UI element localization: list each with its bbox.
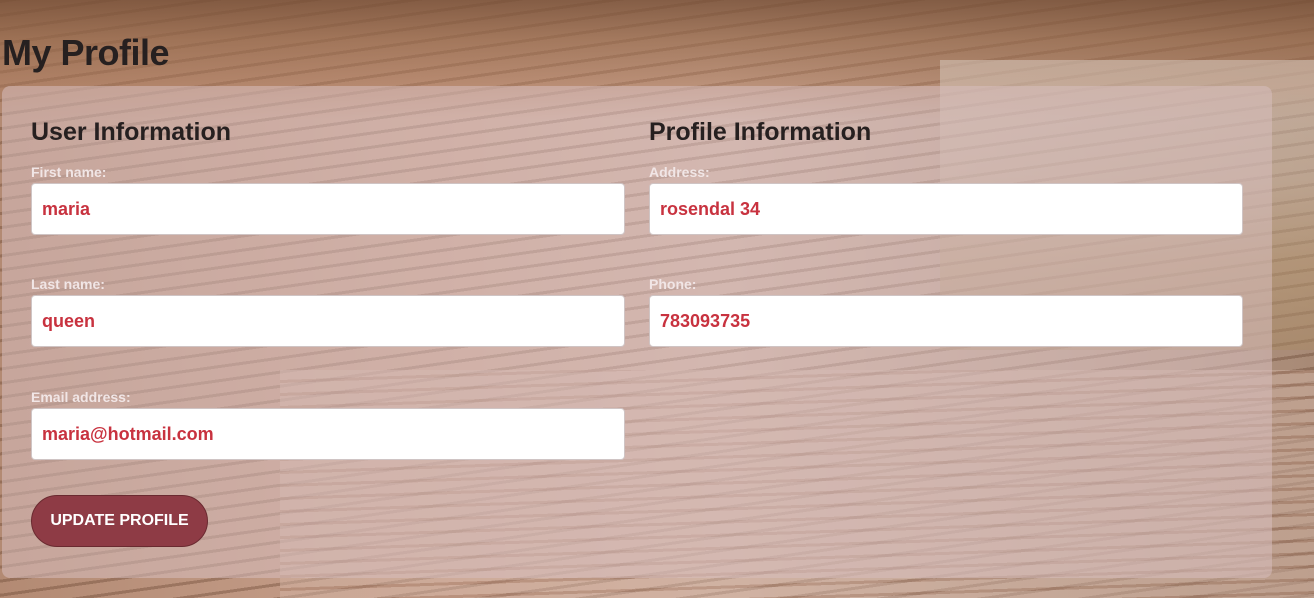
first-name-label: First name: <box>31 164 107 180</box>
profile-card: User Information First name: Last name: … <box>2 86 1272 578</box>
email-input[interactable] <box>31 408 625 460</box>
update-profile-button[interactable]: UPDATE PROFILE <box>31 495 208 547</box>
page-title: My Profile <box>2 32 170 73</box>
last-name-input[interactable] <box>31 295 625 347</box>
address-field: Address: <box>649 164 1243 235</box>
address-label: Address: <box>649 164 710 180</box>
phone-label: Phone: <box>649 276 697 292</box>
profile-information-heading: Profile Information <box>649 118 872 146</box>
first-name-field: First name: <box>31 164 625 235</box>
email-field: Email address: <box>31 389 625 460</box>
last-name-label: Last name: <box>31 276 105 292</box>
phone-input[interactable] <box>649 295 1243 347</box>
last-name-field: Last name: <box>31 276 625 347</box>
email-label: Email address: <box>31 389 131 405</box>
phone-field: Phone: <box>649 276 1243 347</box>
first-name-input[interactable] <box>31 183 625 235</box>
user-information-heading: User Information <box>31 118 232 146</box>
address-input[interactable] <box>649 183 1243 235</box>
